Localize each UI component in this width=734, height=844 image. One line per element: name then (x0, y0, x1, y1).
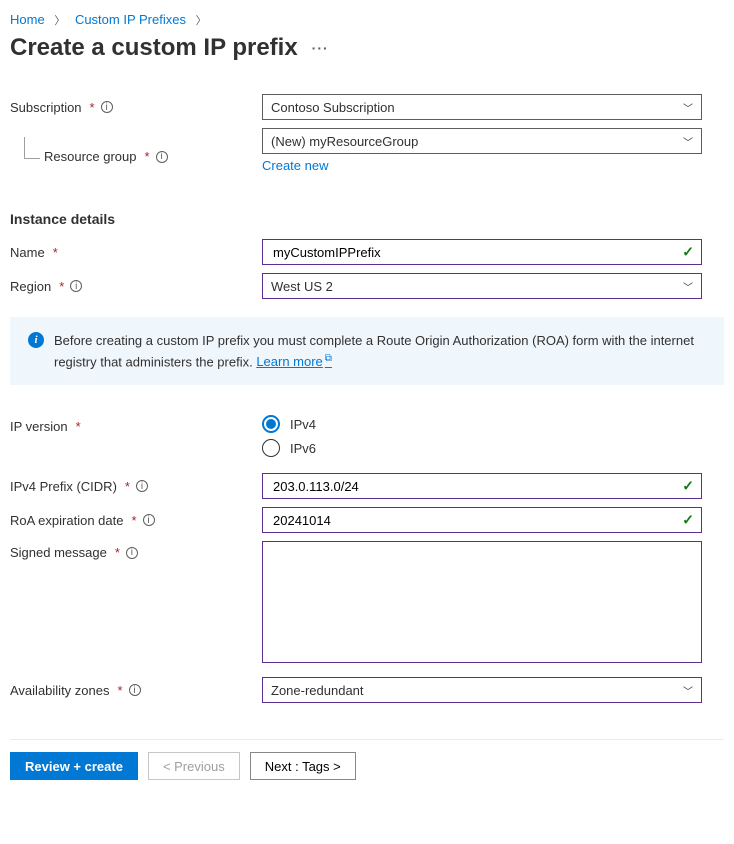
info-icon[interactable]: i (136, 480, 148, 492)
subscription-value: Contoso Subscription (271, 100, 395, 115)
label-region: Region (10, 279, 51, 294)
ipv4-prefix-input-wrapper (262, 473, 702, 499)
roa-date-input[interactable] (271, 512, 671, 529)
label-ipv4-prefix: IPv4 Prefix (CIDR) (10, 479, 117, 494)
infobox-text: Before creating a custom IP prefix you m… (54, 333, 694, 369)
required-marker: * (90, 100, 95, 115)
label-ip-version: IP version (10, 419, 68, 434)
page-title: Create a custom IP prefix (10, 34, 298, 62)
radio-ipv4-label: IPv4 (290, 417, 316, 432)
region-value: West US 2 (271, 279, 333, 294)
external-link-icon: ⧉ (325, 353, 332, 364)
radio-ipv4[interactable]: IPv4 (262, 415, 702, 433)
chevron-right-icon: 〉 (190, 15, 213, 27)
next-button[interactable]: Next : Tags > (250, 752, 356, 780)
required-marker: * (131, 513, 136, 528)
required-marker: * (59, 279, 64, 294)
chevron-down-icon: ﹀ (683, 683, 693, 698)
tree-line-icon (24, 137, 40, 159)
chevron-down-icon: ﹀ (683, 279, 693, 294)
ipv4-prefix-input[interactable] (271, 478, 671, 495)
breadcrumb-section[interactable]: Custom IP Prefixes (75, 12, 186, 27)
required-marker: * (145, 149, 150, 164)
chevron-right-icon: 〉 (48, 15, 71, 27)
infobox-content: Before creating a custom IP prefix you m… (54, 331, 710, 371)
availability-zones-select[interactable]: Zone-redundant ﹀ (262, 677, 702, 703)
info-icon[interactable]: i (156, 151, 168, 163)
roa-date-input-wrapper (262, 507, 702, 533)
resource-group-value: (New) myResourceGroup (271, 134, 418, 149)
learn-more-link[interactable]: Learn more⧉ (256, 354, 332, 369)
section-instance-details: Instance details (10, 211, 724, 227)
chevron-down-icon: ﹀ (683, 134, 693, 149)
label-subscription: Subscription (10, 100, 82, 115)
breadcrumb-home[interactable]: Home (10, 12, 45, 27)
region-select[interactable]: West US 2 ﹀ (262, 273, 702, 299)
breadcrumb: Home 〉 Custom IP Prefixes 〉 (10, 12, 724, 28)
label-resource-group: Resource group (44, 149, 137, 164)
info-icon[interactable]: i (101, 101, 113, 113)
signed-message-textarea[interactable] (262, 541, 702, 663)
label-signed-message: Signed message (10, 545, 107, 560)
more-actions-icon[interactable]: ··· (312, 40, 329, 56)
label-roa-date: RoA expiration date (10, 513, 123, 528)
name-input-wrapper (262, 239, 702, 265)
required-marker: * (125, 479, 130, 494)
resource-group-select[interactable]: (New) myResourceGroup ﹀ (262, 128, 702, 154)
chevron-down-icon: ﹀ (683, 100, 693, 115)
subscription-select[interactable]: Contoso Subscription ﹀ (262, 94, 702, 120)
info-icon[interactable]: i (70, 280, 82, 292)
name-input[interactable] (271, 244, 671, 261)
label-name: Name (10, 245, 45, 260)
page-title-row: Create a custom IP prefix ··· (10, 34, 724, 62)
previous-button[interactable]: < Previous (148, 752, 240, 780)
review-create-button[interactable]: Review + create (10, 752, 138, 780)
info-circle-icon: i (28, 332, 44, 348)
required-marker: * (53, 245, 58, 260)
info-icon[interactable]: i (129, 684, 141, 696)
create-new-link[interactable]: Create new (262, 158, 328, 173)
roa-infobox: i Before creating a custom IP prefix you… (10, 317, 724, 385)
required-marker: * (115, 545, 120, 560)
info-icon[interactable]: i (126, 547, 138, 559)
required-marker: * (117, 683, 122, 698)
availability-zones-value: Zone-redundant (271, 683, 364, 698)
radio-ipv6-label: IPv6 (290, 441, 316, 456)
radio-ipv6[interactable]: IPv6 (262, 439, 702, 457)
label-availability-zones: Availability zones (10, 683, 109, 698)
info-icon[interactable]: i (143, 514, 155, 526)
wizard-footer: Review + create < Previous Next : Tags > (10, 739, 724, 792)
required-marker: * (76, 419, 81, 434)
ip-version-radio-group: IPv4 IPv6 (262, 415, 702, 457)
